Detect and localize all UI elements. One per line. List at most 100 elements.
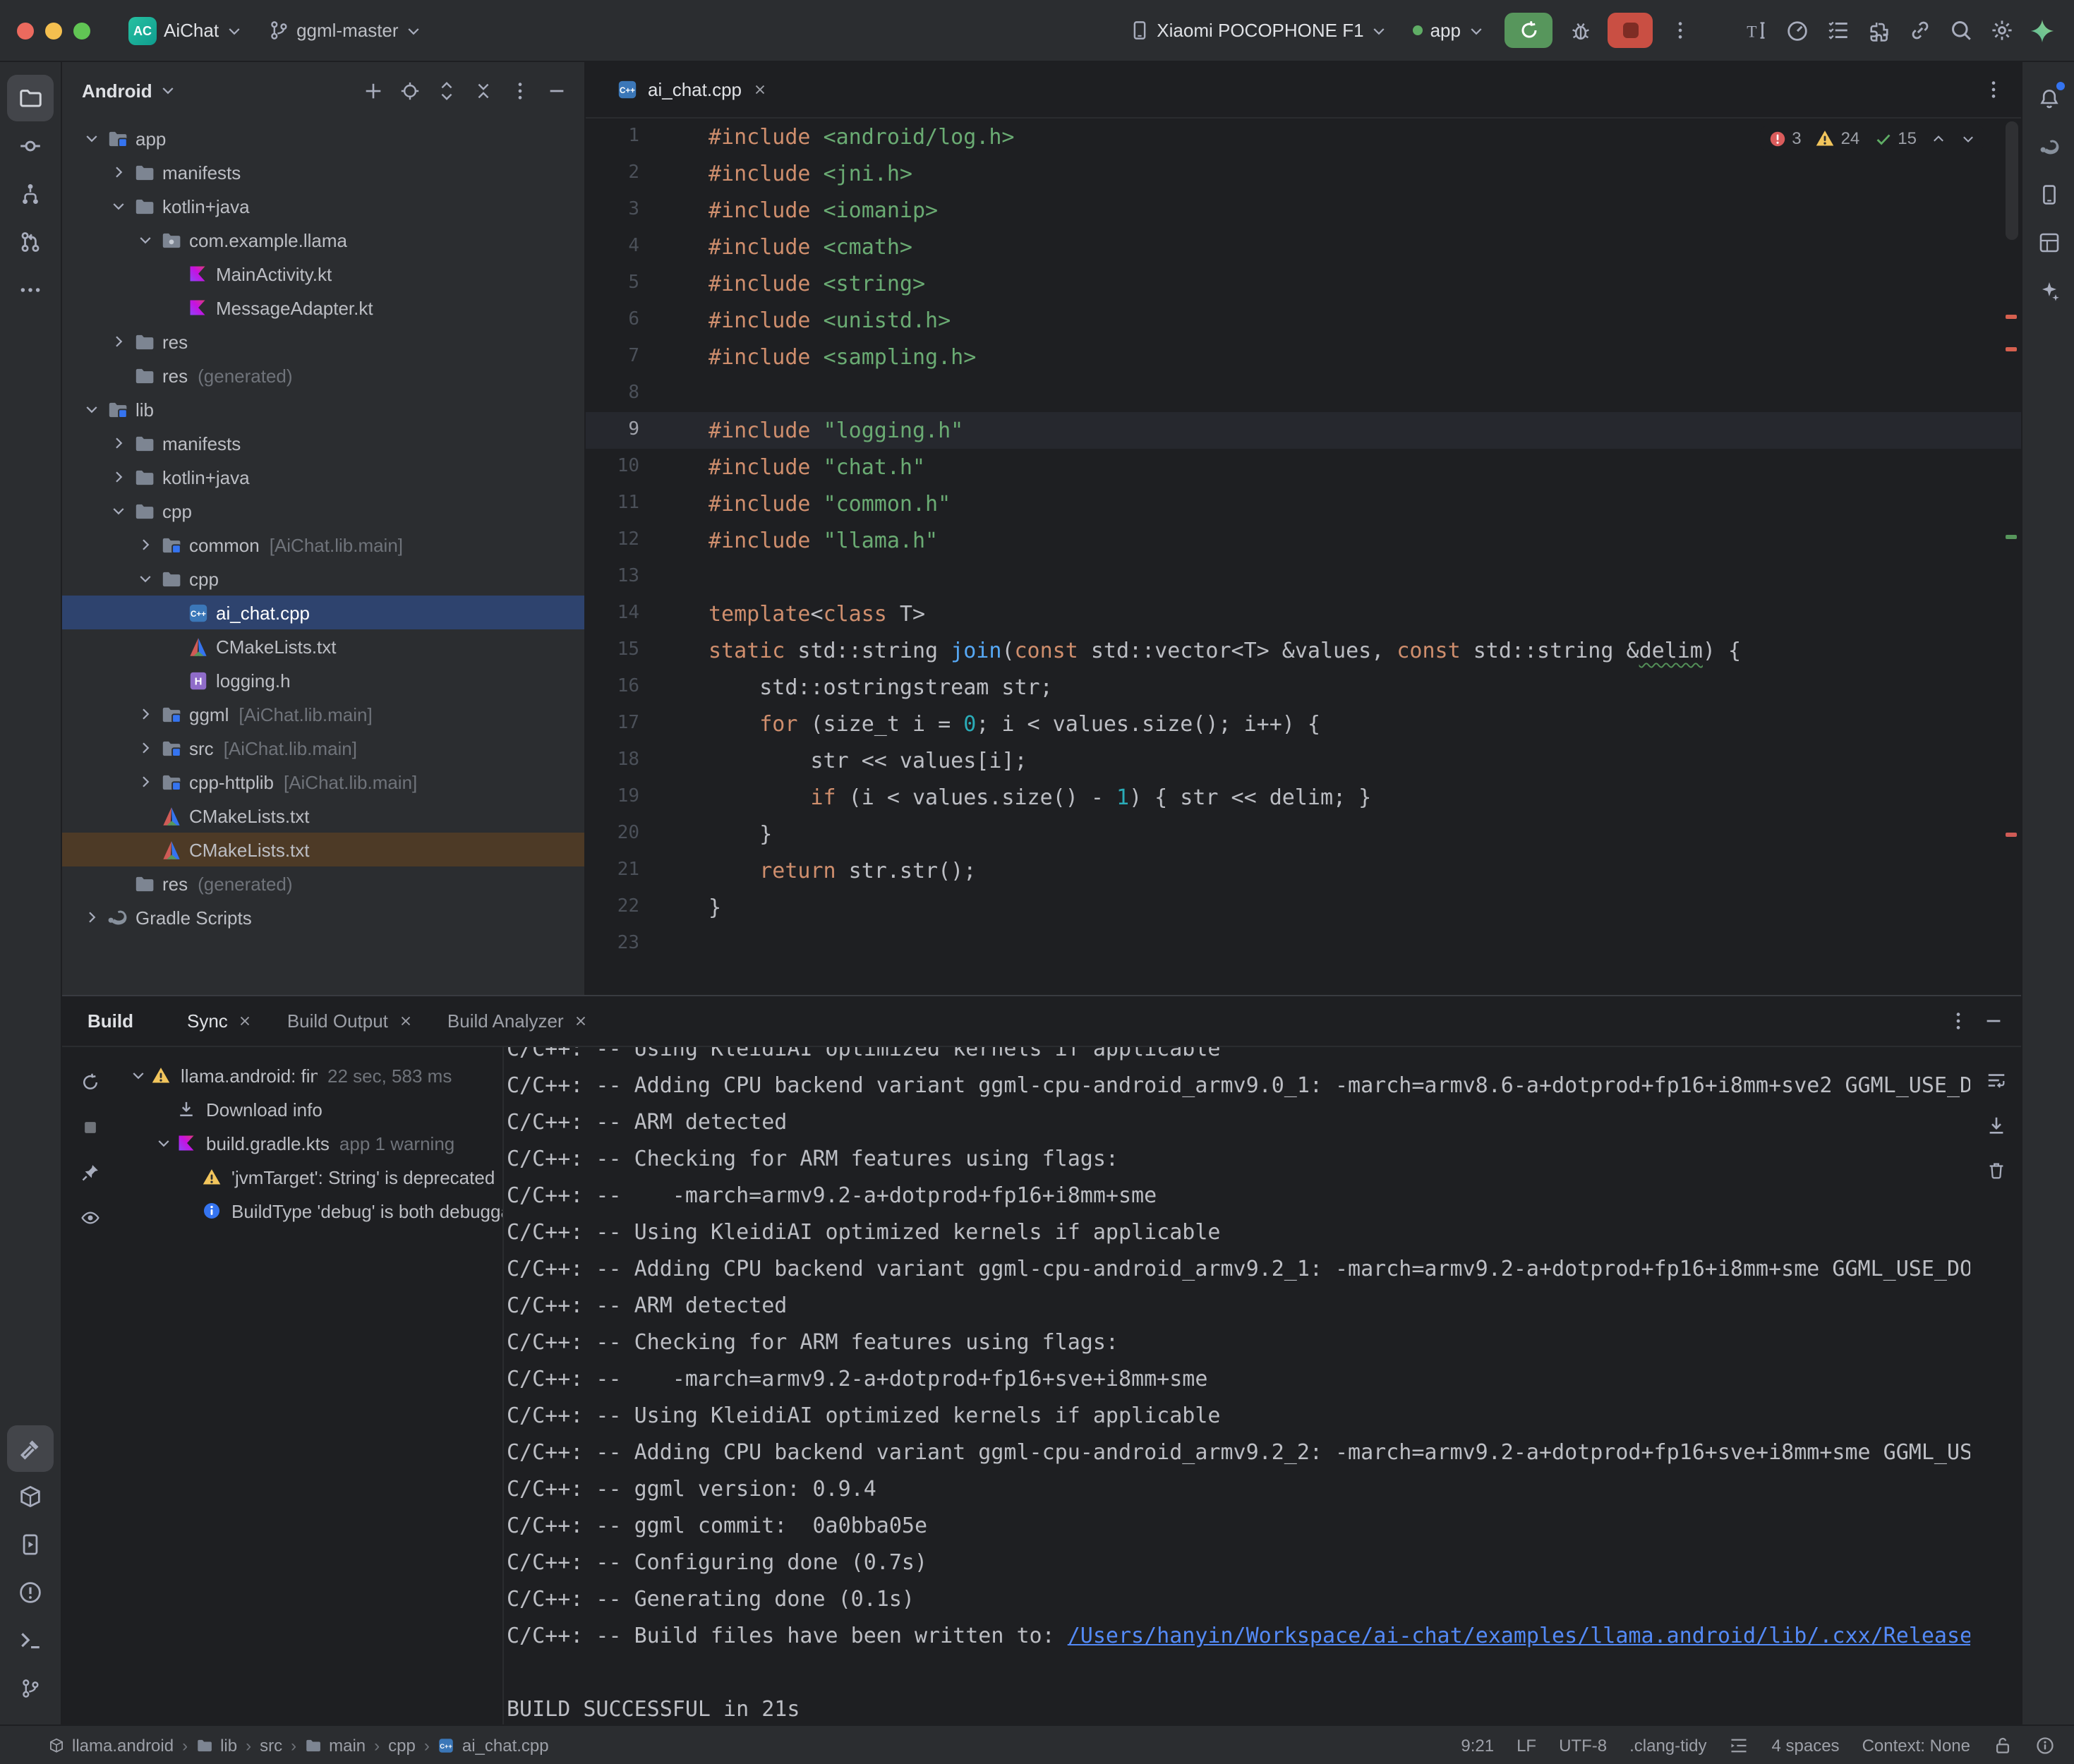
build-console[interactable]: C/C++: -- Using KleidiAI optimized kerne…: [502, 1047, 1970, 1724]
breadcrumb-item-cpp[interactable]: cpp: [388, 1735, 416, 1755]
tree-item-res[interactable]: res: [62, 325, 584, 358]
inspections-info-icon[interactable]: [2035, 1735, 2055, 1755]
caret-position[interactable]: 9:21: [1461, 1735, 1494, 1755]
code-line[interactable]: 2#include <jni.h>: [586, 155, 2021, 192]
chevron-right-icon[interactable]: [133, 771, 157, 793]
expand-all-button[interactable]: [429, 73, 463, 107]
chevron-down-icon[interactable]: [106, 500, 130, 522]
running-devices-button[interactable]: [7, 1521, 54, 1568]
code-line[interactable]: 8: [586, 375, 2021, 412]
build-output-link[interactable]: /Users/hanyin/Workspace/ai-chat/examples…: [1068, 1623, 1970, 1648]
breadcrumb-item-llama-android[interactable]: llama.android: [48, 1735, 174, 1755]
gradle-button[interactable]: [2025, 123, 2072, 169]
minimize-window-button[interactable]: [45, 22, 62, 39]
breadcrumb-item-lib[interactable]: lib: [196, 1735, 237, 1755]
code-line[interactable]: 10#include "chat.h": [586, 449, 2021, 485]
build-button[interactable]: [7, 1425, 54, 1472]
plugins-button[interactable]: [1860, 12, 1897, 49]
editor-options-icon[interactable]: [1983, 79, 2004, 100]
previous-problem-icon[interactable]: [1931, 131, 1946, 146]
chevron-right-icon[interactable]: [106, 466, 130, 488]
code-editor[interactable]: 1#include <android/log.h>2#include <jni.…: [586, 119, 2021, 995]
device-manager-button[interactable]: [2025, 171, 2072, 217]
tree-item-cpp-httplib[interactable]: cpp-httplib[AiChat.lib.main]: [62, 765, 584, 799]
code-line[interactable]: 3#include <iomanip>: [586, 192, 2021, 229]
chevron-right-icon[interactable]: [133, 533, 157, 556]
text-cursor-button[interactable]: T: [1737, 12, 1774, 49]
code-line[interactable]: 14template<class T>: [586, 596, 2021, 632]
code-line[interactable]: 21 return str.str();: [586, 852, 2021, 889]
tree-item-cpp[interactable]: cpp: [62, 494, 584, 528]
chevron-right-icon[interactable]: [79, 906, 103, 929]
tree-item-messageadapter-kt[interactable]: MessageAdapter.kt: [62, 291, 584, 325]
task-list-button[interactable]: [1819, 12, 1856, 49]
close-tab-icon[interactable]: [238, 1013, 253, 1029]
tree-item-common[interactable]: common[AiChat.lib.main]: [62, 528, 584, 562]
pull-requests-button[interactable]: [7, 219, 54, 265]
build-tree-item-download-info[interactable]: Download info: [119, 1092, 502, 1126]
indent-style-icon[interactable]: [1730, 1735, 1749, 1755]
stripe-mark[interactable]: [2006, 535, 2017, 539]
locate-file-button[interactable]: [392, 73, 426, 107]
tree-item-src[interactable]: src[AiChat.lib.main]: [62, 731, 584, 765]
code-line[interactable]: 11#include "common.h": [586, 485, 2021, 522]
readonly-lock-icon[interactable]: [1993, 1735, 2013, 1755]
debug-button[interactable]: [1562, 12, 1599, 49]
errors-indicator[interactable]: 3: [1768, 128, 1801, 148]
chevron-down-icon[interactable]: [152, 1135, 175, 1152]
rerun-button[interactable]: [72, 1064, 109, 1101]
clear-all-button[interactable]: [1977, 1152, 2014, 1188]
add-button[interactable]: [356, 73, 390, 107]
code-line[interactable]: 17 for (size_t i = 0; i < values.size();…: [586, 706, 2021, 742]
terminal-button[interactable]: [7, 1617, 54, 1664]
chevron-down-icon[interactable]: [106, 195, 130, 217]
code-line[interactable]: 22}: [586, 889, 2021, 926]
code-line[interactable]: 20 }: [586, 816, 2021, 852]
chevron-down-icon[interactable]: [79, 398, 103, 421]
tree-item-mainactivity-kt[interactable]: MainActivity.kt: [62, 257, 584, 291]
tab-sync[interactable]: Sync: [170, 996, 270, 1046]
error-stripe[interactable]: [2001, 119, 2021, 995]
chevron-right-icon[interactable]: [106, 161, 130, 183]
build-tree-item-buildtype-debug-is-both-debuggable[interactable]: BuildType 'debug' is both debuggable: [119, 1194, 502, 1228]
notifications-button[interactable]: [2025, 75, 2072, 121]
build-window-title[interactable]: Build: [88, 1010, 133, 1032]
more-vertical-button[interactable]: [502, 73, 536, 107]
device-selector[interactable]: Xiaomi POCOPHONE F1: [1119, 14, 1397, 47]
tree-item-cmakelists-txt[interactable]: CMakeLists.txt: [62, 833, 584, 866]
commit-button[interactable]: [7, 123, 54, 169]
close-tab-icon[interactable]: [752, 82, 767, 97]
tab-build-analyzer[interactable]: Build Analyzer: [430, 996, 606, 1046]
code-line[interactable]: 4#include <cmath>: [586, 229, 2021, 265]
hide-build-panel-icon[interactable]: [1983, 1010, 2004, 1032]
chevron-right-icon[interactable]: [106, 330, 130, 353]
stripe-mark[interactable]: [2006, 833, 2017, 837]
code-line[interactable]: 18 str << values[i];: [586, 742, 2021, 779]
editor-scrollbar-thumb[interactable]: [2006, 121, 2018, 240]
run-configuration-selector[interactable]: app: [1404, 14, 1495, 47]
tree-item-cpp[interactable]: cpp: [62, 562, 584, 596]
code-line[interactable]: 19 if (i < values.size() - 1) { str << d…: [586, 779, 2021, 816]
tree-item-ggml[interactable]: ggml[AiChat.lib.main]: [62, 697, 584, 731]
stop-button[interactable]: [72, 1109, 109, 1146]
tree-item-cmakelists-txt[interactable]: CMakeLists.txt: [62, 799, 584, 833]
stop-button[interactable]: [1608, 13, 1653, 48]
more-run-options-button[interactable]: [1661, 12, 1698, 49]
code-line[interactable]: 13: [586, 559, 2021, 596]
code-line[interactable]: 12#include "llama.h": [586, 522, 2021, 559]
pin-button[interactable]: [72, 1154, 109, 1191]
close-tab-icon[interactable]: [398, 1013, 414, 1029]
code-line[interactable]: 15static std::string join(const std::vec…: [586, 632, 2021, 669]
problems-button[interactable]: [7, 1569, 54, 1616]
chevron-down-icon[interactable]: [127, 1067, 150, 1084]
code-line[interactable]: 5#include <string>: [586, 265, 2021, 302]
build-tree-item-jvmtarget-string-is-deprecated[interactable]: 'jvmTarget': String' is deprecated: [119, 1160, 502, 1194]
soft-wrap-button[interactable]: [1977, 1061, 2014, 1098]
chevron-right-icon[interactable]: [133, 737, 157, 759]
code-line[interactable]: 7#include <sampling.h>: [586, 339, 2021, 375]
code-line[interactable]: 23: [586, 926, 2021, 962]
warnings-indicator[interactable]: 24: [1816, 128, 1860, 148]
tree-item-res[interactable]: res(generated): [62, 866, 584, 900]
preview-button[interactable]: [72, 1200, 109, 1236]
line-ending[interactable]: LF: [1517, 1735, 1536, 1755]
